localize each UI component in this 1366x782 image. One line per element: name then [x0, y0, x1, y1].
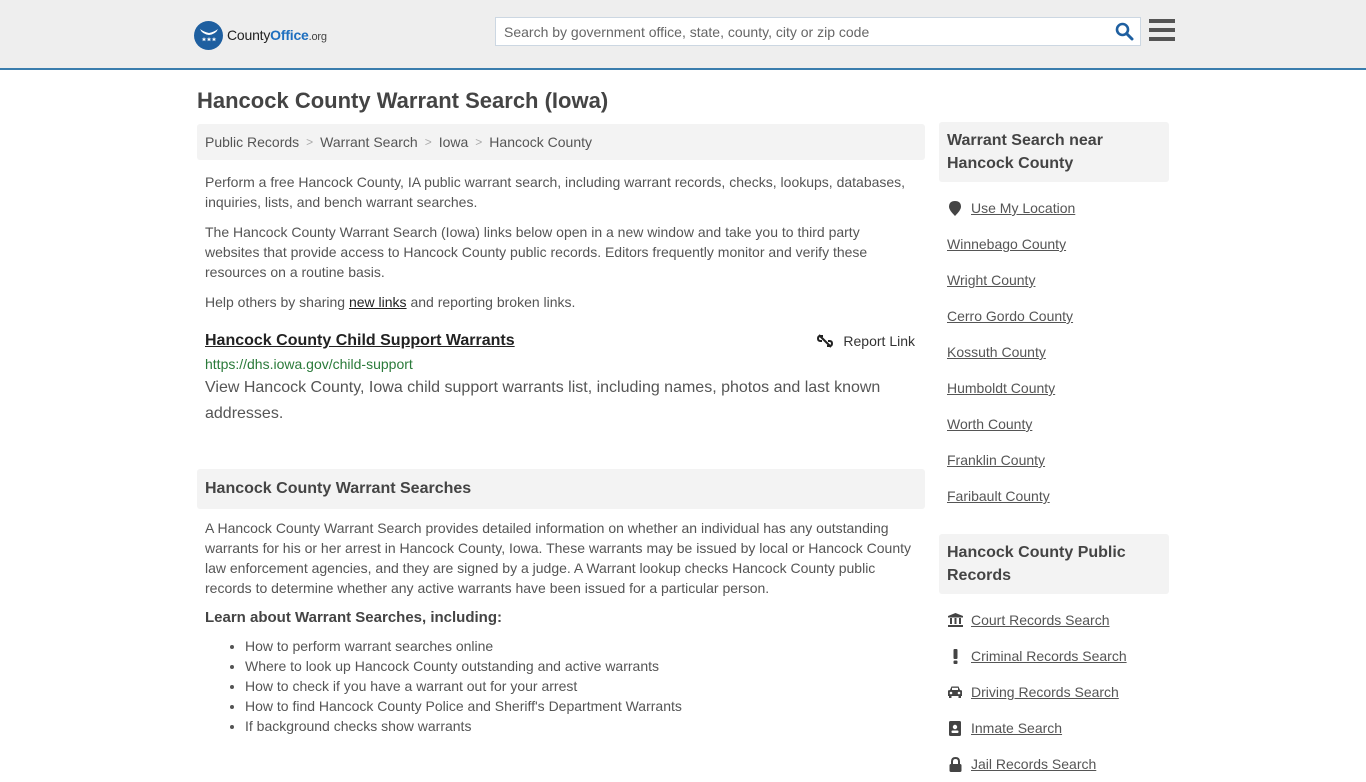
logo-wordmark: CountyOffice.org — [227, 27, 327, 43]
breadcrumb-separator: > — [424, 135, 432, 149]
hamburger-menu-button[interactable] — [1149, 19, 1175, 43]
county-link[interactable]: Wright County — [947, 272, 1035, 288]
list-item: Wright County — [947, 262, 1161, 298]
eagle-stars-logo-icon — [194, 20, 223, 50]
warrant-searches-heading: Hancock County Warrant Searches — [197, 469, 925, 509]
county-link[interactable]: Kossuth County — [947, 344, 1046, 360]
county-link[interactable]: Faribault County — [947, 488, 1050, 504]
broken-link-icon — [817, 334, 834, 348]
list-item: Where to look up Hancock County outstand… — [245, 656, 917, 676]
county-link[interactable]: Franklin County — [947, 452, 1045, 468]
list-item: Jail Records Search — [947, 746, 1161, 782]
hamburger-menu-icon-bar — [1149, 28, 1175, 32]
hamburger-menu-icon-bar — [1149, 37, 1175, 41]
result-item: Hancock County Child Support Warrants Re… — [197, 332, 925, 427]
map-pin-icon — [947, 200, 963, 216]
list-item: Humboldt County — [947, 370, 1161, 406]
list-item: Faribault County — [947, 478, 1161, 514]
intro-text: Perform a free Hancock County, IA public… — [197, 172, 925, 312]
site-logo[interactable]: CountyOffice.org — [194, 20, 327, 50]
site-header: CountyOffice.org — [0, 0, 1366, 70]
intro-paragraph: The Hancock County Warrant Search (Iowa)… — [205, 224, 868, 280]
criminal-records-link[interactable]: Criminal Records Search — [971, 648, 1127, 664]
public-records-list: Court Records Search Criminal Records Se… — [939, 602, 1169, 782]
sidebar: Warrant Search near Hancock County Use M… — [939, 122, 1169, 782]
report-link-label: Report Link — [843, 333, 915, 349]
search-button[interactable] — [1108, 18, 1140, 45]
warrant-searches-description: A Hancock County Warrant Search provides… — [205, 520, 912, 596]
exclamation-icon — [947, 648, 963, 664]
result-title-link[interactable]: Hancock County Child Support Warrants — [205, 332, 515, 350]
intro-paragraph: Perform a free Hancock County, IA public… — [205, 174, 906, 210]
help-text: and reporting broken links. — [406, 294, 576, 310]
use-location-item: Use My Location — [947, 190, 1161, 226]
learn-list: How to perform warrant searches online W… — [205, 636, 917, 736]
list-item: Cerro Gordo County — [947, 298, 1161, 334]
breadcrumb-iowa[interactable]: Iowa — [439, 134, 469, 150]
page-title: Hancock County Warrant Search (Iowa) — [197, 88, 609, 113]
learn-heading: Learn about Warrant Searches, including: — [205, 609, 502, 626]
list-item: Criminal Records Search — [947, 638, 1161, 674]
list-item: Inmate Search — [947, 710, 1161, 746]
list-item: Franklin County — [947, 442, 1161, 478]
nearby-list: Use My Location Winnebago County Wright … — [939, 190, 1169, 514]
breadcrumb-hancock-county[interactable]: Hancock County — [489, 134, 592, 150]
breadcrumb: Public Records > Warrant Search > Iowa >… — [197, 124, 925, 160]
use-my-location-link[interactable]: Use My Location — [971, 200, 1075, 216]
breadcrumb-public-records[interactable]: Public Records — [205, 134, 299, 150]
lock-icon — [947, 756, 963, 772]
nearby-heading: Warrant Search near Hancock County — [939, 122, 1169, 182]
hamburger-menu-icon-bar — [1149, 19, 1175, 23]
breadcrumb-warrant-search[interactable]: Warrant Search — [320, 134, 418, 150]
list-item: Court Records Search — [947, 602, 1161, 638]
county-link[interactable]: Winnebago County — [947, 236, 1066, 252]
list-item: If background checks show warrants — [245, 716, 917, 736]
report-link-button[interactable]: Report Link — [817, 333, 915, 349]
public-records-heading: Hancock County Public Records — [939, 534, 1169, 594]
list-item: How to perform warrant searches online — [245, 636, 917, 656]
inmate-search-link[interactable]: Inmate Search — [971, 720, 1062, 736]
search-input[interactable] — [496, 18, 1108, 45]
car-icon — [947, 686, 963, 698]
list-item: Kossuth County — [947, 334, 1161, 370]
new-links-link[interactable]: new links — [349, 294, 407, 310]
logo-main: Office — [270, 27, 309, 43]
logo-suffix: .org — [308, 31, 327, 43]
jail-records-link[interactable]: Jail Records Search — [971, 756, 1096, 772]
id-badge-icon — [947, 720, 963, 736]
driving-records-link[interactable]: Driving Records Search — [971, 684, 1119, 700]
county-link[interactable]: Worth County — [947, 416, 1032, 432]
breadcrumb-separator: > — [475, 135, 483, 149]
list-item: Winnebago County — [947, 226, 1161, 262]
list-item: How to find Hancock County Police and Sh… — [245, 696, 917, 716]
court-records-link[interactable]: Court Records Search — [971, 612, 1110, 628]
logo-prefix: County — [227, 27, 271, 43]
main-content: Public Records > Warrant Search > Iowa >… — [197, 124, 925, 736]
search-icon — [1115, 22, 1133, 41]
result-description: View Hancock County, Iowa child support … — [205, 379, 881, 422]
breadcrumb-separator: > — [306, 135, 314, 149]
county-link[interactable]: Humboldt County — [947, 380, 1055, 396]
list-item: How to check if you have a warrant out f… — [245, 676, 917, 696]
help-text: Help others by sharing — [205, 294, 349, 310]
county-link[interactable]: Cerro Gordo County — [947, 308, 1073, 324]
courthouse-icon — [947, 613, 963, 627]
result-url: https://dhs.iowa.gov/child-support — [205, 356, 413, 372]
list-item: Driving Records Search — [947, 674, 1161, 710]
help-paragraph: Help others by sharing new links and rep… — [205, 292, 917, 312]
warrant-searches-section: A Hancock County Warrant Search provides… — [197, 518, 925, 736]
site-search — [495, 17, 1141, 46]
list-item: Worth County — [947, 406, 1161, 442]
